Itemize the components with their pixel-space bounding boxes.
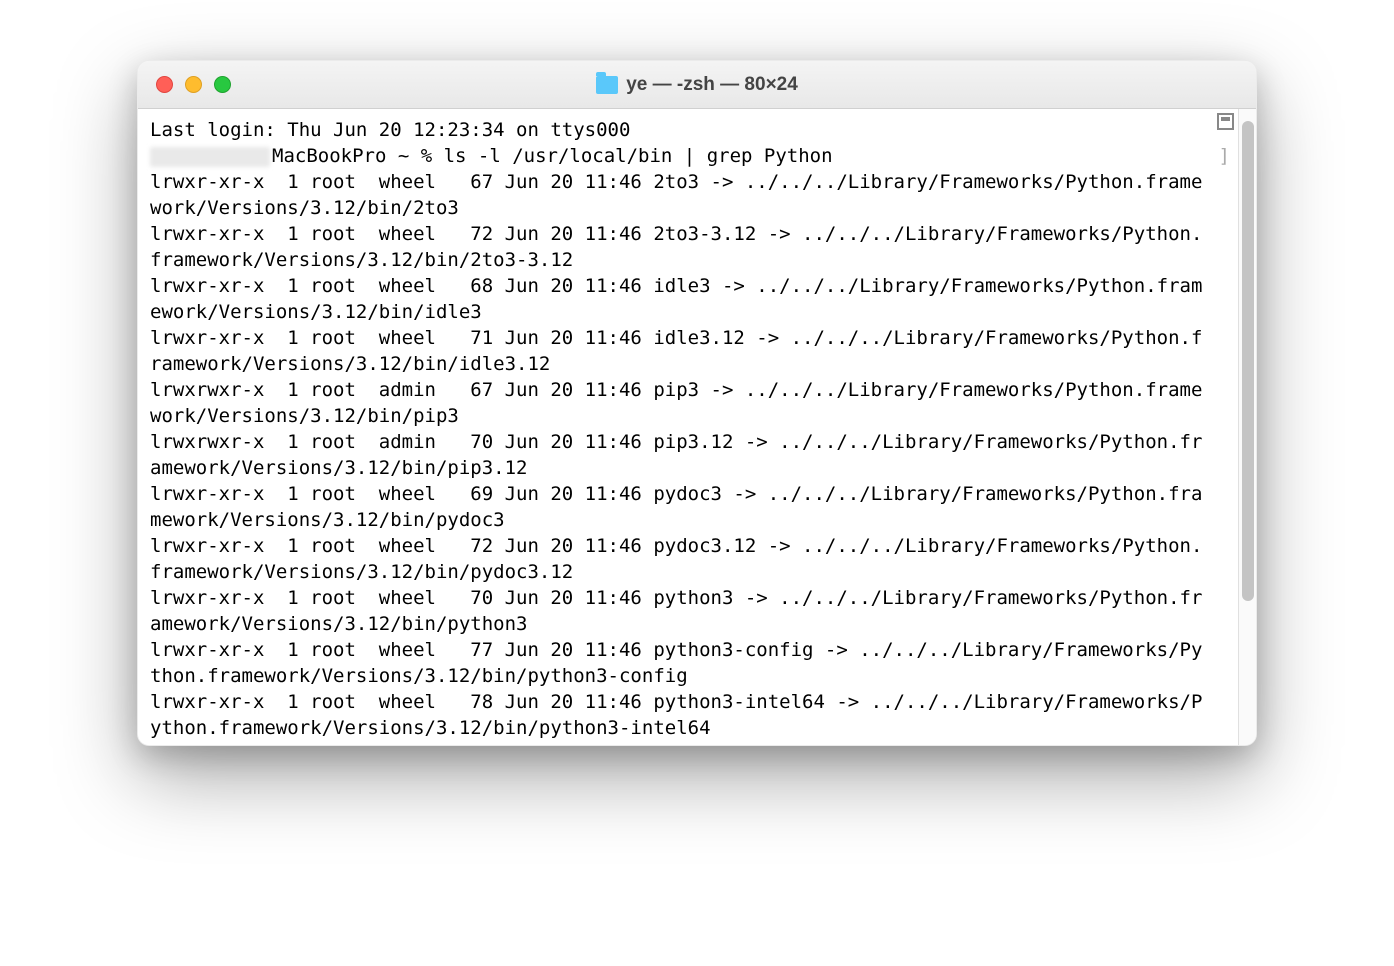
prompt-host: MacBookPro ~ % — [272, 145, 444, 167]
output-line: lrwxr-xr-x 1 root wheel 78 Jun 20 11:46 … — [150, 691, 1202, 739]
right-prompt-bracket: ] — [1219, 143, 1230, 169]
redacted-username — [150, 147, 270, 167]
maximize-button[interactable] — [214, 76, 231, 93]
output-line: lrwxrwxr-x 1 root admin 70 Jun 20 11:46 … — [150, 431, 1202, 479]
titlebar[interactable]: ye — -zsh — 80×24 — [138, 61, 1256, 109]
close-button[interactable] — [156, 76, 173, 93]
output-line: lrwxr-xr-x 1 root wheel 77 Jun 20 11:46 … — [150, 639, 1202, 687]
last-login-line: Last login: Thu Jun 20 12:23:34 on ttys0… — [150, 119, 630, 141]
command-text: ls -l /usr/local/bin | grep Python — [444, 145, 833, 167]
scrollbar-track[interactable] — [1238, 109, 1256, 745]
folder-icon — [596, 76, 618, 94]
output-line: lrwxr-xr-x 1 root wheel 71 Jun 20 11:46 … — [150, 327, 1202, 375]
terminal-output: Last login: Thu Jun 20 12:23:34 on ttys0… — [150, 117, 1210, 741]
terminal-body[interactable]: ] Last login: Thu Jun 20 12:23:34 on tty… — [138, 109, 1256, 745]
output-line: lrwxr-xr-x 1 root wheel 72 Jun 20 11:46 … — [150, 535, 1202, 583]
output-line: lrwxr-xr-x 1 root wheel 68 Jun 20 11:46 … — [150, 275, 1202, 323]
output-line: lrwxrwxr-x 1 root admin 67 Jun 20 11:46 … — [150, 379, 1202, 427]
window-title: ye — -zsh — 80×24 — [138, 74, 1256, 96]
output-line: lrwxr-xr-x 1 root wheel 70 Jun 20 11:46 … — [150, 587, 1202, 635]
output-line: lrwxr-xr-x 1 root wheel 72 Jun 20 11:46 … — [150, 223, 1202, 271]
window-title-text: ye — -zsh — 80×24 — [626, 74, 798, 96]
terminal-window: ye — -zsh — 80×24 ] Last login: Thu Jun … — [137, 60, 1257, 746]
minimize-button[interactable] — [185, 76, 202, 93]
traffic-lights — [156, 76, 231, 93]
alternate-screen-icon[interactable] — [1217, 113, 1234, 130]
output-line: lrwxr-xr-x 1 root wheel 67 Jun 20 11:46 … — [150, 171, 1202, 219]
output-line: lrwxr-xr-x 1 root wheel 69 Jun 20 11:46 … — [150, 483, 1202, 531]
scrollbar-thumb[interactable] — [1242, 121, 1254, 601]
